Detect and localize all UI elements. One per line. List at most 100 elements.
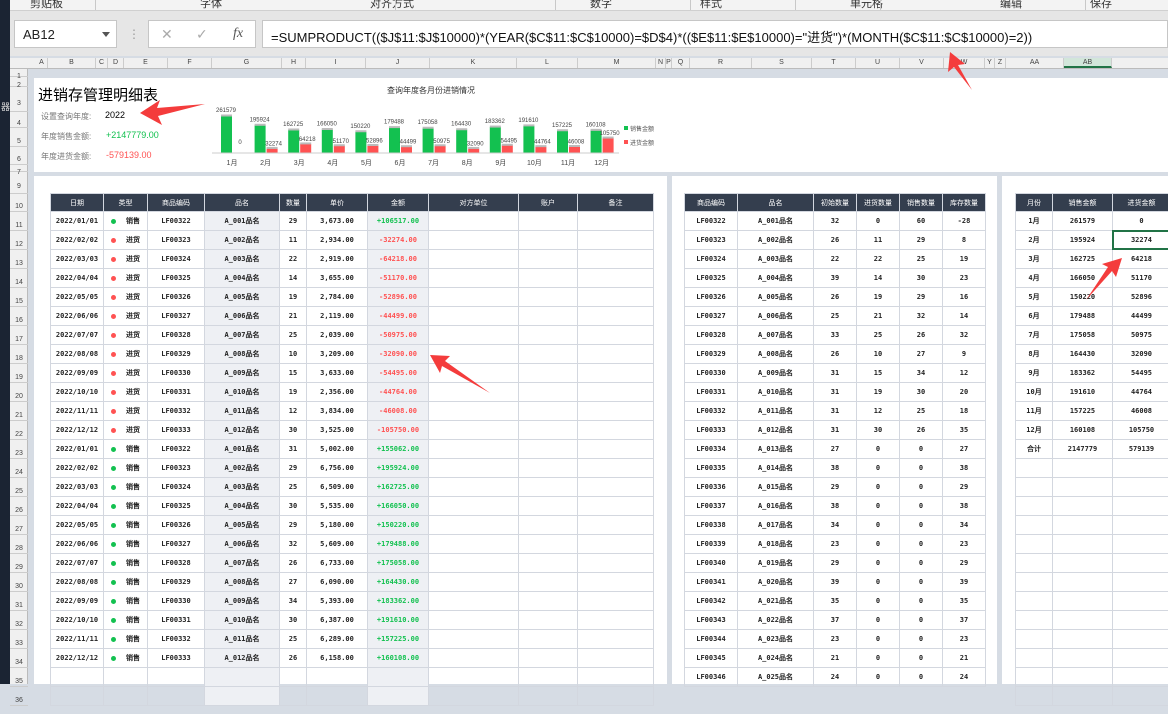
table-row[interactable]: LF00343A_022品名370037 bbox=[685, 611, 986, 630]
table-cell[interactable]: 26 bbox=[900, 326, 943, 345]
row-header-28[interactable]: 28 bbox=[10, 535, 28, 554]
table-cell[interactable] bbox=[519, 516, 578, 535]
table-cell[interactable]: A_010品名 bbox=[738, 383, 814, 402]
row-header-1[interactable]: 1 bbox=[10, 69, 28, 77]
table-cell[interactable]: LF00331 bbox=[685, 383, 738, 402]
table-cell[interactable]: 2022/10/10 bbox=[51, 611, 104, 630]
table-cell[interactable] bbox=[280, 687, 307, 706]
table-cell[interactable]: LF00332 bbox=[148, 402, 205, 421]
table-cell[interactable] bbox=[1016, 611, 1053, 630]
table-cell[interactable] bbox=[429, 269, 519, 288]
table-cell[interactable]: 2147779 bbox=[1053, 440, 1113, 459]
table-row[interactable]: 2022/03/03进货LF00324A_003品名222,919.00-642… bbox=[51, 250, 654, 269]
column-header-Q[interactable]: Q bbox=[672, 58, 690, 68]
table-cell[interactable]: 31 bbox=[814, 402, 857, 421]
table-cell[interactable]: 2022/02/02 bbox=[51, 231, 104, 250]
table-cell[interactable]: 5,609.00 bbox=[307, 535, 368, 554]
table-cell[interactable]: LF00330 bbox=[148, 364, 205, 383]
cancel-icon[interactable]: ✕ bbox=[161, 26, 173, 43]
table-row[interactable]: LF00340A_019品名290029 bbox=[685, 554, 986, 573]
table-cell[interactable] bbox=[429, 611, 519, 630]
table-cell[interactable]: A_023品名 bbox=[738, 630, 814, 649]
table-cell[interactable]: +155062.00 bbox=[368, 440, 429, 459]
table-cell[interactable]: 27 bbox=[943, 440, 986, 459]
table-cell[interactable] bbox=[429, 402, 519, 421]
table-cell[interactable]: 2022/04/04 bbox=[51, 269, 104, 288]
table-row[interactable]: LF00335A_014品名380038 bbox=[685, 459, 986, 478]
table-cell[interactable]: 6,509.00 bbox=[307, 478, 368, 497]
table-cell[interactable]: 22 bbox=[857, 250, 900, 269]
row-header-17[interactable]: 17 bbox=[10, 326, 28, 345]
table-cell[interactable] bbox=[519, 231, 578, 250]
table-cell[interactable]: 19 bbox=[857, 288, 900, 307]
table-cell[interactable]: 23 bbox=[814, 535, 857, 554]
table-row[interactable]: LF00330A_009品名31153412 bbox=[685, 364, 986, 383]
table-row[interactable]: 2022/06/06销售LF00327A_006品名325,609.00+179… bbox=[51, 535, 654, 554]
table-cell[interactable]: 0 bbox=[857, 440, 900, 459]
table-cell[interactable]: 579139 bbox=[1113, 440, 1168, 459]
table-cell[interactable] bbox=[1113, 573, 1168, 592]
table-cell[interactable] bbox=[429, 573, 519, 592]
table-cell[interactable] bbox=[1053, 573, 1113, 592]
table-cell[interactable]: 31 bbox=[814, 383, 857, 402]
row-header-3[interactable]: 3 bbox=[10, 87, 28, 112]
table-row[interactable]: 2022/11/11销售LF00332A_011品名256,289.00+157… bbox=[51, 630, 654, 649]
table-cell[interactable] bbox=[429, 554, 519, 573]
table-cell[interactable]: 195924 bbox=[1053, 231, 1113, 250]
table-cell[interactable] bbox=[429, 364, 519, 383]
column-header-AA[interactable]: AA bbox=[1006, 58, 1064, 68]
table-row[interactable]: LF00344A_023品名230023 bbox=[685, 630, 986, 649]
table-row[interactable]: 2022/09/09进货LF00330A_009品名153,633.00-544… bbox=[51, 364, 654, 383]
table-cell[interactable] bbox=[429, 516, 519, 535]
table-cell[interactable]: A_001品名 bbox=[205, 440, 280, 459]
table-cell[interactable]: 64218 bbox=[1113, 250, 1168, 269]
table-cell[interactable]: 21 bbox=[943, 649, 986, 668]
table-cell[interactable]: 进货 bbox=[104, 326, 148, 345]
table-cell[interactable] bbox=[1053, 478, 1113, 497]
table-cell[interactable] bbox=[1113, 592, 1168, 611]
table-cell[interactable]: A_009品名 bbox=[205, 592, 280, 611]
table-cell[interactable]: 26 bbox=[900, 421, 943, 440]
table-cell[interactable]: 2022/08/08 bbox=[51, 345, 104, 364]
table-row[interactable] bbox=[1016, 649, 1168, 668]
table-row[interactable]: LF00337A_016品名380038 bbox=[685, 497, 986, 516]
table-cell[interactable]: 5,002.00 bbox=[307, 440, 368, 459]
table-row[interactable]: LF00325A_004品名39143023 bbox=[685, 269, 986, 288]
column-header[interactable]: 数量 bbox=[280, 194, 307, 212]
table-cell[interactable]: 0 bbox=[900, 554, 943, 573]
table-row[interactable] bbox=[1016, 478, 1168, 497]
table-row[interactable]: 8月16443032090 bbox=[1016, 345, 1168, 364]
table-cell[interactable]: 2,934.00 bbox=[307, 231, 368, 250]
table-cell[interactable]: 5,535.00 bbox=[307, 497, 368, 516]
column-header-U[interactable]: U bbox=[856, 58, 900, 68]
table-cell[interactable]: -52896.00 bbox=[368, 288, 429, 307]
table-cell[interactable]: 2,039.00 bbox=[307, 326, 368, 345]
table-cell[interactable]: 39 bbox=[943, 573, 986, 592]
table-cell[interactable]: 14 bbox=[943, 307, 986, 326]
table-cell[interactable] bbox=[429, 383, 519, 402]
table-cell[interactable]: 160108 bbox=[1053, 421, 1113, 440]
table-cell[interactable]: 34 bbox=[900, 364, 943, 383]
table-cell[interactable]: +162725.00 bbox=[368, 478, 429, 497]
table-cell[interactable]: LF00340 bbox=[685, 554, 738, 573]
table-row[interactable]: 3月16272564218 bbox=[1016, 250, 1168, 269]
table-cell[interactable]: -32090.00 bbox=[368, 345, 429, 364]
table-row[interactable]: 2022/03/03销售LF00324A_003品名256,509.00+162… bbox=[51, 478, 654, 497]
table-row[interactable]: 2022/11/11进货LF00332A_011品名123,834.00-460… bbox=[51, 402, 654, 421]
table-cell[interactable]: A_004品名 bbox=[738, 269, 814, 288]
table-cell[interactable] bbox=[519, 630, 578, 649]
table-cell[interactable]: 179488 bbox=[1053, 307, 1113, 326]
table-cell[interactable]: A_012品名 bbox=[738, 421, 814, 440]
table-row[interactable]: 2022/01/01销售LF00322A_001品名315,002.00+155… bbox=[51, 440, 654, 459]
table-cell[interactable]: 183362 bbox=[1053, 364, 1113, 383]
table-cell[interactable]: A_021品名 bbox=[738, 592, 814, 611]
table-cell[interactable]: 销售 bbox=[104, 212, 148, 231]
table-cell[interactable]: A_008品名 bbox=[205, 345, 280, 364]
table-cell[interactable]: A_003品名 bbox=[738, 250, 814, 269]
table-cell[interactable] bbox=[1113, 630, 1168, 649]
table-cell[interactable]: LF00322 bbox=[148, 440, 205, 459]
table-cell[interactable]: 0 bbox=[900, 630, 943, 649]
table-cell[interactable]: LF00344 bbox=[685, 630, 738, 649]
table-cell[interactable]: -32274.00 bbox=[368, 231, 429, 250]
table-row[interactable]: LF00338A_017品名340034 bbox=[685, 516, 986, 535]
